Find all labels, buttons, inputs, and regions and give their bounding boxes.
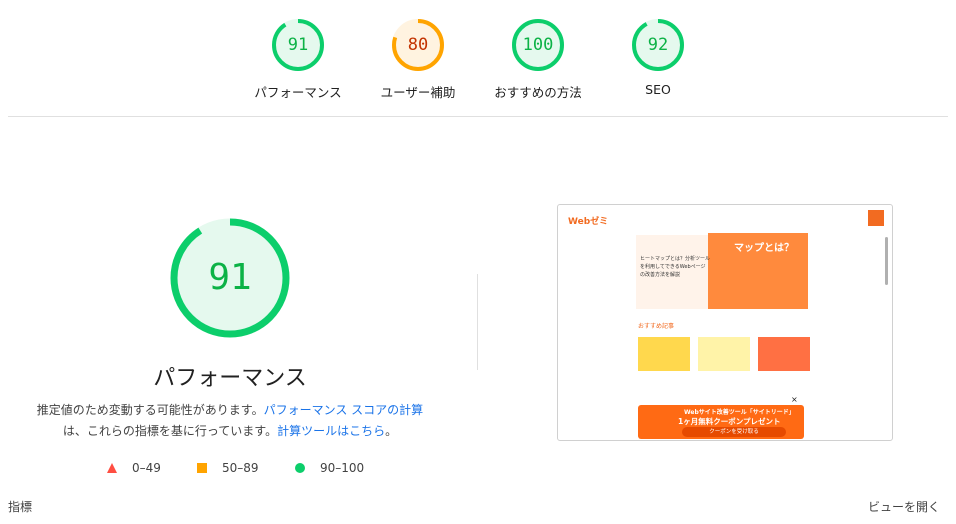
performance-title: パフォーマンス	[153, 366, 307, 391]
metrics-heading: 指標	[8, 500, 33, 514]
final-screenshot[interactable]: Webゼミ ヒートマップとは？分析ツールを利用してできるWebページの改善方法を…	[557, 204, 893, 441]
close-icon: ×	[791, 395, 798, 404]
article-card	[758, 337, 810, 371]
gauge-score: 92	[647, 35, 669, 55]
expand-view-toggle[interactable]: ビューを開く	[868, 498, 940, 515]
gauge-seo[interactable]: 92 SEO	[598, 18, 718, 97]
triangle-icon	[107, 463, 117, 473]
calculator-link[interactable]: 計算ツールはこちら	[277, 424, 385, 438]
site-logo: Webゼミ	[568, 217, 609, 227]
gauge-performance[interactable]: 91 パフォーマンス	[238, 18, 358, 101]
hero-heading: マップとは？	[734, 243, 794, 254]
desc-text: は、これらの指標を基に行っています。	[62, 424, 278, 438]
section-heading: おすすめ記事	[638, 323, 675, 330]
category-gauges: 91 パフォーマンス 80 ユーザー補助 100 おすすめの方法 92 SEO	[0, 18, 956, 108]
article-card	[698, 337, 750, 371]
scrollbar	[885, 237, 888, 285]
vertical-divider	[477, 274, 478, 370]
banner-line: Webサイト改善ツール「サイトリード」	[684, 409, 795, 416]
circle-icon	[295, 463, 305, 473]
gauge-label: SEO	[645, 82, 671, 97]
legend-range-average: 50–89	[222, 461, 259, 475]
hero-text: ヒートマップとは？分析ツールを利用してできるWebページの改善方法を解説	[640, 256, 711, 278]
performance-gauge-large: 91	[168, 216, 292, 340]
gauge-accessibility[interactable]: 80 ユーザー補助	[358, 18, 478, 101]
gauge-score: 91	[287, 35, 309, 55]
desc-text: 。	[385, 424, 398, 438]
gauge-best-practices[interactable]: 100 おすすめの方法	[478, 18, 598, 101]
square-icon	[197, 463, 207, 473]
score-calc-link[interactable]: パフォーマンス スコアの計算	[264, 403, 424, 417]
coupon-banner: Webサイト改善ツール「サイトリード」 1ヶ月無料クーポンプレゼント クーポンを…	[638, 405, 804, 439]
legend-range-fail: 0–49	[132, 461, 161, 475]
gauge-label: パフォーマンス	[254, 85, 342, 100]
divider	[8, 116, 948, 117]
banner-line: 1ヶ月無料クーポンプレゼント	[678, 417, 781, 426]
coupon-button: クーポンを受け取る	[682, 427, 786, 437]
desc-text: 推定値のため変動する可能性があります。	[36, 403, 264, 417]
performance-description: 推定値のため変動する可能性があります。パフォーマンス スコアの計算 は、これらの…	[20, 400, 440, 442]
hamburger-menu-icon	[868, 210, 884, 226]
gauge-score: 100	[522, 35, 554, 55]
performance-score: 91	[208, 257, 252, 298]
gauge-score: 80	[407, 35, 429, 55]
gauge-label: ユーザー補助	[380, 85, 456, 100]
gauge-label: おすすめの方法	[494, 85, 582, 100]
article-card	[638, 337, 690, 371]
score-legend: 0–49 50–89 90–100	[0, 458, 460, 478]
legend-range-pass: 90–100	[320, 461, 365, 475]
